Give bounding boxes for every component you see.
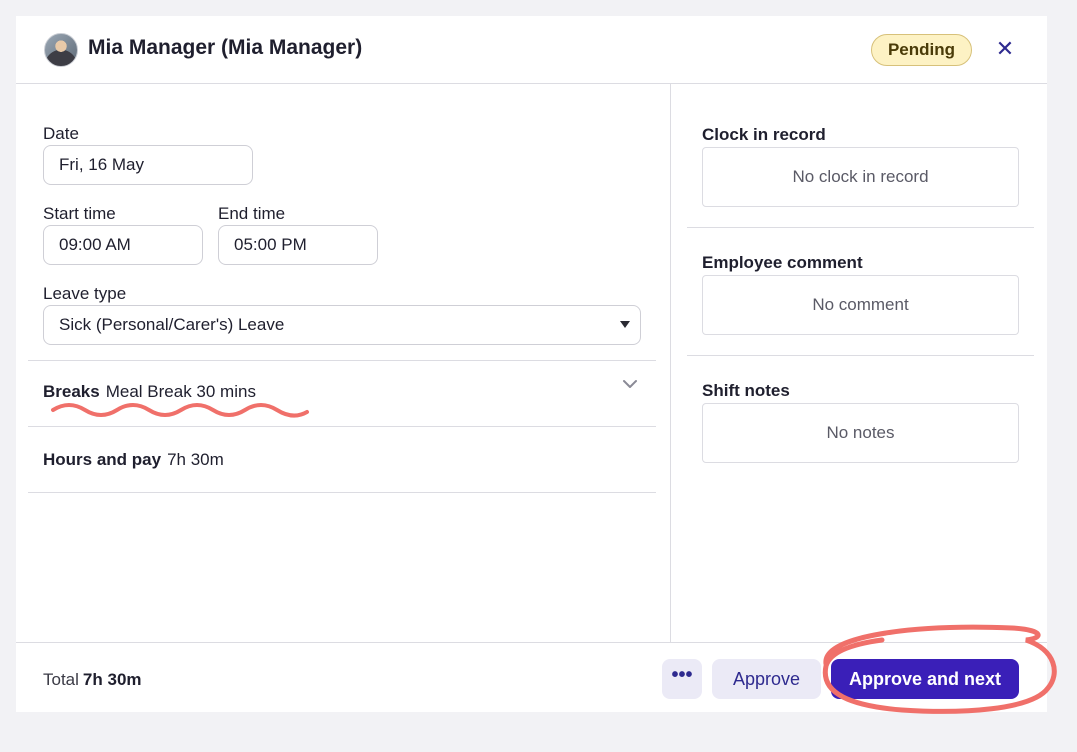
section-divider <box>28 492 656 493</box>
modal-header: Mia Manager (Mia Manager) Pending ✕ <box>16 16 1047 84</box>
shift-notes-box: No notes <box>702 403 1019 463</box>
breaks-label: Breaks <box>43 382 100 401</box>
hours-row: Hours and pay 7h 30m <box>43 450 224 470</box>
section-divider <box>28 360 656 361</box>
start-time-field[interactable]: 09:00 AM <box>43 225 203 265</box>
user-avatar <box>44 33 78 67</box>
total-label: Total <box>43 670 79 689</box>
caret-down-icon <box>620 321 630 328</box>
page-title: Mia Manager (Mia Manager) <box>88 36 363 59</box>
section-divider <box>687 355 1034 356</box>
section-divider <box>687 227 1034 228</box>
close-icon[interactable]: ✕ <box>992 36 1018 62</box>
total-value: 7h 30m <box>82 670 142 689</box>
breaks-row[interactable]: Breaks Meal Break 30 mins <box>43 382 256 402</box>
end-time-field[interactable]: 05:00 PM <box>218 225 378 265</box>
squiggle-underline-annotation <box>51 403 309 418</box>
shift-notes-label: Shift notes <box>702 381 790 400</box>
leave-type-label: Leave type <box>43 284 127 303</box>
side-info-panel: Clock in record No clock in record Emplo… <box>671 84 1047 642</box>
date-field[interactable]: Fri, 16 May <box>43 145 253 185</box>
date-label: Date <box>43 124 79 143</box>
hours-label: Hours and pay <box>43 450 162 469</box>
total-summary: Total 7h 30m <box>43 670 142 690</box>
employee-comment-label: Employee comment <box>702 253 863 272</box>
more-options-button[interactable]: ••• <box>662 659 702 699</box>
leave-type-value: Sick (Personal/Carer's) Leave <box>59 315 285 334</box>
end-time-label: End time <box>218 204 286 223</box>
approve-button[interactable]: Approve <box>712 659 821 699</box>
start-time-label: Start time <box>43 204 116 223</box>
section-divider <box>28 426 656 427</box>
clock-in-box: No clock in record <box>702 147 1019 207</box>
status-badge: Pending <box>871 34 972 66</box>
chevron-down-icon[interactable] <box>622 376 638 392</box>
employee-comment-box: No comment <box>702 275 1019 335</box>
leave-type-select[interactable]: Sick (Personal/Carer's) Leave <box>43 305 641 345</box>
highlight-circle-annotation <box>822 624 1057 714</box>
shift-details-panel: Date Fri, 16 May Start time 09:00 AM End… <box>16 84 671 642</box>
breaks-value: Meal Break 30 mins <box>105 382 256 401</box>
timesheet-modal: Mia Manager (Mia Manager) Pending ✕ Date… <box>16 16 1047 712</box>
hours-value: 7h 30m <box>167 450 224 469</box>
clock-in-label: Clock in record <box>702 125 826 144</box>
